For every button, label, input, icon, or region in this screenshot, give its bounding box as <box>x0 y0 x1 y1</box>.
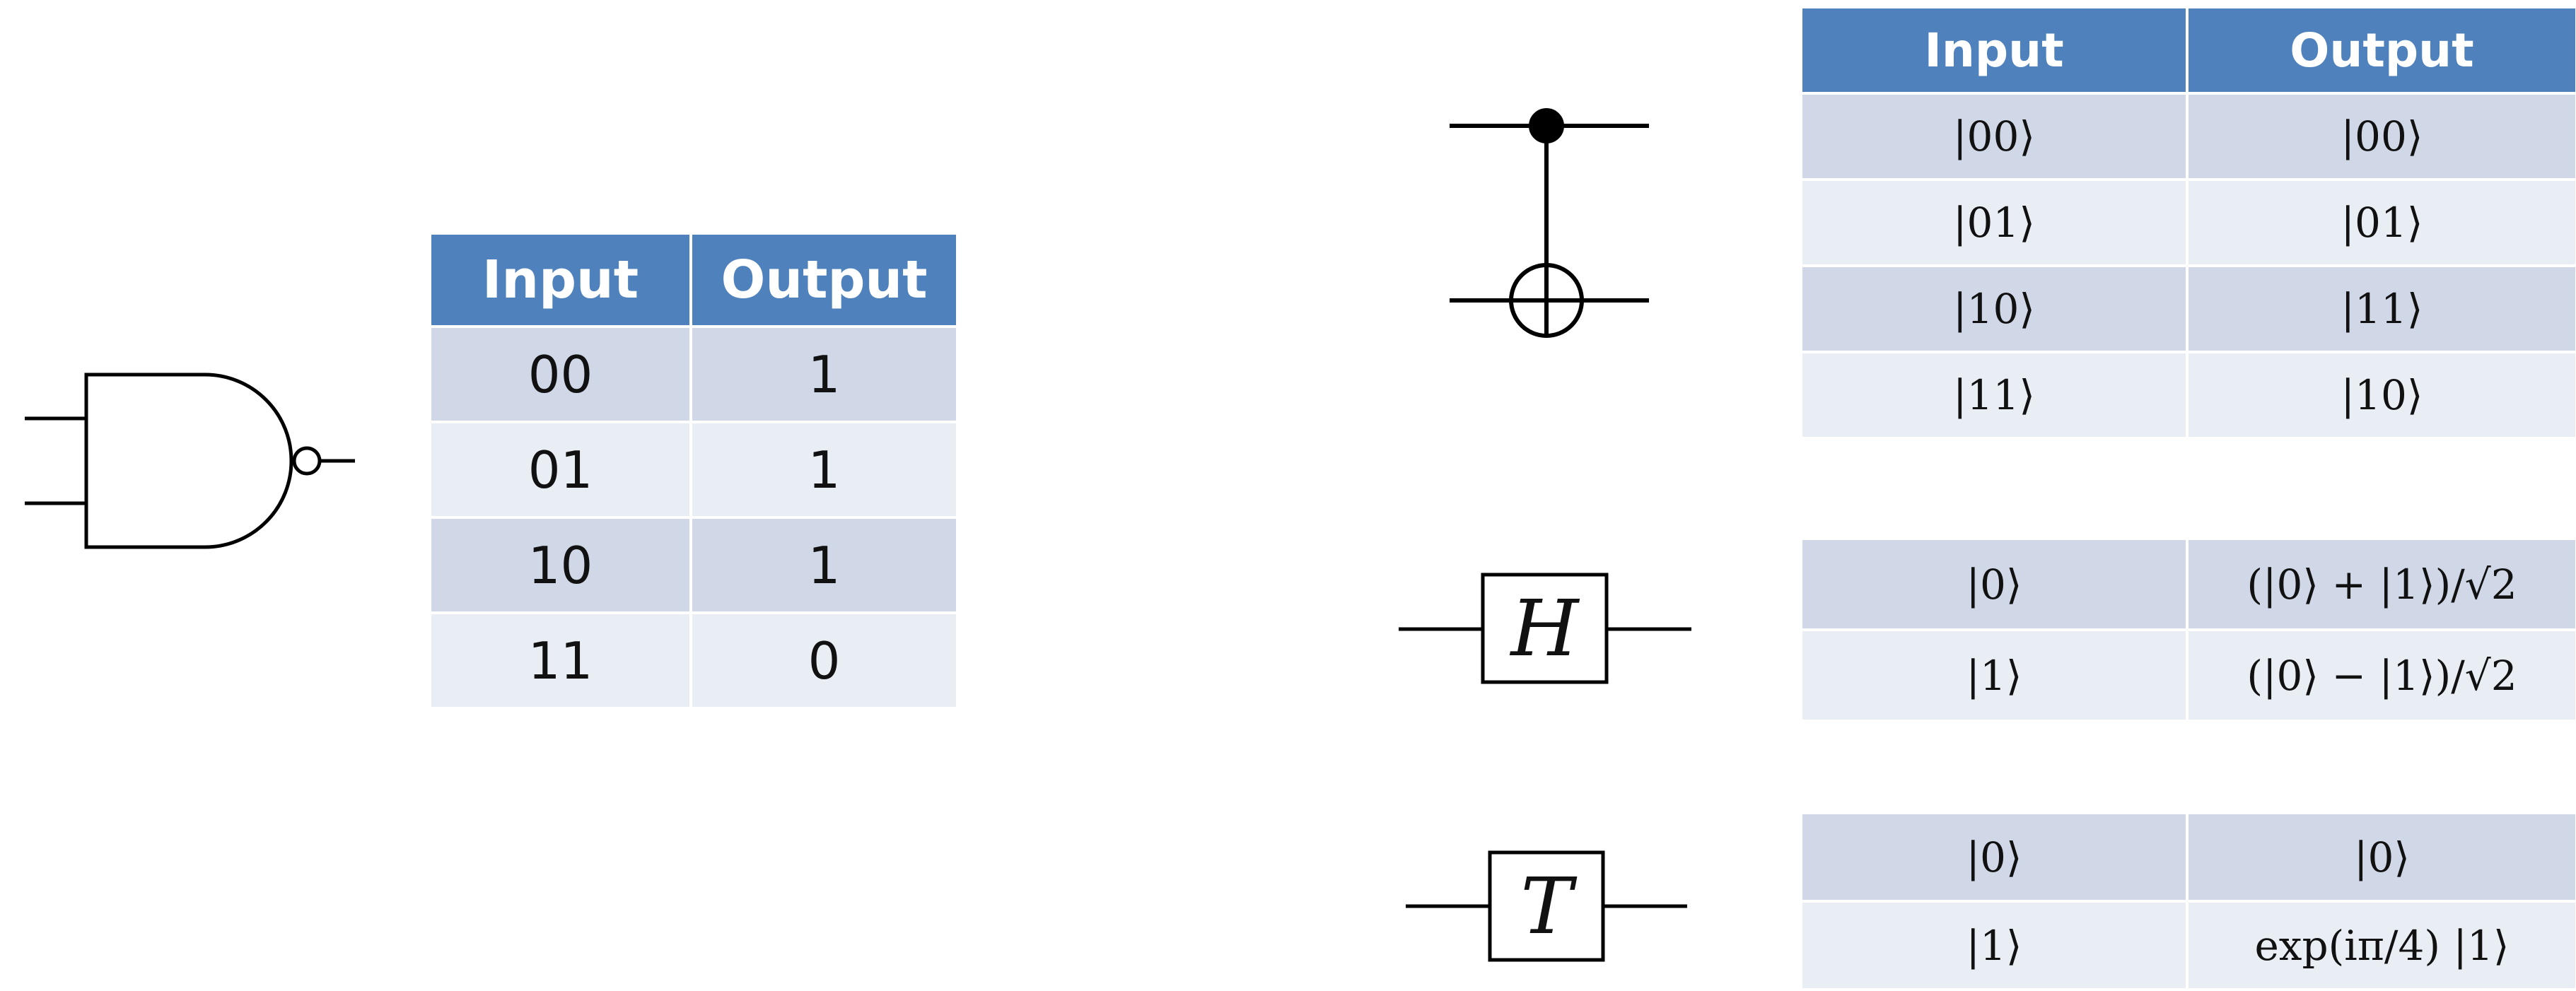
table-row: |00⟩ |00⟩ <box>1800 92 2576 181</box>
input-cell: |1⟩ <box>1800 900 2189 991</box>
table-row: 00 1 <box>429 325 959 423</box>
nand-inversion-bubble <box>292 446 322 476</box>
input-cell: |01⟩ <box>1800 178 2189 267</box>
table-row: |0⟩ |0⟩ <box>1800 811 2576 903</box>
input-cell: 10 <box>429 516 692 614</box>
cnot-gate-symbol <box>1450 108 1649 338</box>
nand-truth-table: Input Output 00 1 01 1 10 1 11 0 <box>429 232 959 710</box>
table-row: |1⟩ exp(iπ/4) |1⟩ <box>1800 900 2576 991</box>
output-cell: 1 <box>689 421 959 519</box>
output-cell: 1 <box>689 325 959 423</box>
table-row: |10⟩ |11⟩ <box>1800 264 2576 353</box>
input-cell: 11 <box>429 611 692 710</box>
t-gate-truth-table: |0⟩ |0⟩ |1⟩ exp(iπ/4) |1⟩ <box>1800 811 2576 991</box>
column-header-input: Input <box>429 232 692 328</box>
table-row: |1⟩ (|0⟩ − |1⟩)/√2 <box>1800 628 2576 722</box>
nand-body <box>84 373 293 549</box>
cnot-truth-table: Input Output |00⟩ |00⟩ |01⟩ |01⟩ |10⟩ |1… <box>1800 6 2576 440</box>
input-cell: |1⟩ <box>1800 628 2189 722</box>
cnot-control-dot <box>1529 108 1564 143</box>
column-header-output: Output <box>689 232 959 328</box>
hadamard-gate-label: H <box>1510 583 1579 674</box>
input-cell: |11⟩ <box>1800 351 2189 440</box>
table-row: 01 1 <box>429 421 959 519</box>
input-cell: 00 <box>429 325 692 423</box>
output-cell: 1 <box>689 516 959 614</box>
output-cell: exp(iπ/4) |1⟩ <box>2186 900 2576 991</box>
input-cell: |10⟩ <box>1800 264 2189 353</box>
output-cell: |01⟩ <box>2186 178 2576 267</box>
table-header-row: Input Output <box>429 232 959 328</box>
output-cell: (|0⟩ − |1⟩)/√2 <box>2186 628 2576 722</box>
input-cell: |00⟩ <box>1800 92 2189 181</box>
table-row: 10 1 <box>429 516 959 614</box>
output-cell: |00⟩ <box>2186 92 2576 181</box>
output-cell: 0 <box>689 611 959 710</box>
nand-gate-symbol <box>25 373 355 549</box>
t-gate-label: T <box>1520 861 1573 951</box>
table-row: |0⟩ (|0⟩ + |1⟩)/√2 <box>1800 537 2576 631</box>
output-cell: |11⟩ <box>2186 264 2576 353</box>
input-cell: |0⟩ <box>1800 811 2189 903</box>
hadamard-truth-table: |0⟩ (|0⟩ + |1⟩)/√2 |1⟩ (|0⟩ − |1⟩)/√2 <box>1800 537 2576 722</box>
output-cell: |0⟩ <box>2186 811 2576 903</box>
column-header-output: Output <box>2186 6 2576 95</box>
input-cell: |0⟩ <box>1800 537 2189 631</box>
output-cell: |10⟩ <box>2186 351 2576 440</box>
table-row: |01⟩ |01⟩ <box>1800 178 2576 267</box>
table-header-row: Input Output <box>1800 6 2576 95</box>
input-cell: 01 <box>429 421 692 519</box>
output-cell: (|0⟩ + |1⟩)/√2 <box>2186 537 2576 631</box>
column-header-input: Input <box>1800 6 2189 95</box>
table-row: |11⟩ |10⟩ <box>1800 351 2576 440</box>
table-row: 11 0 <box>429 611 959 710</box>
